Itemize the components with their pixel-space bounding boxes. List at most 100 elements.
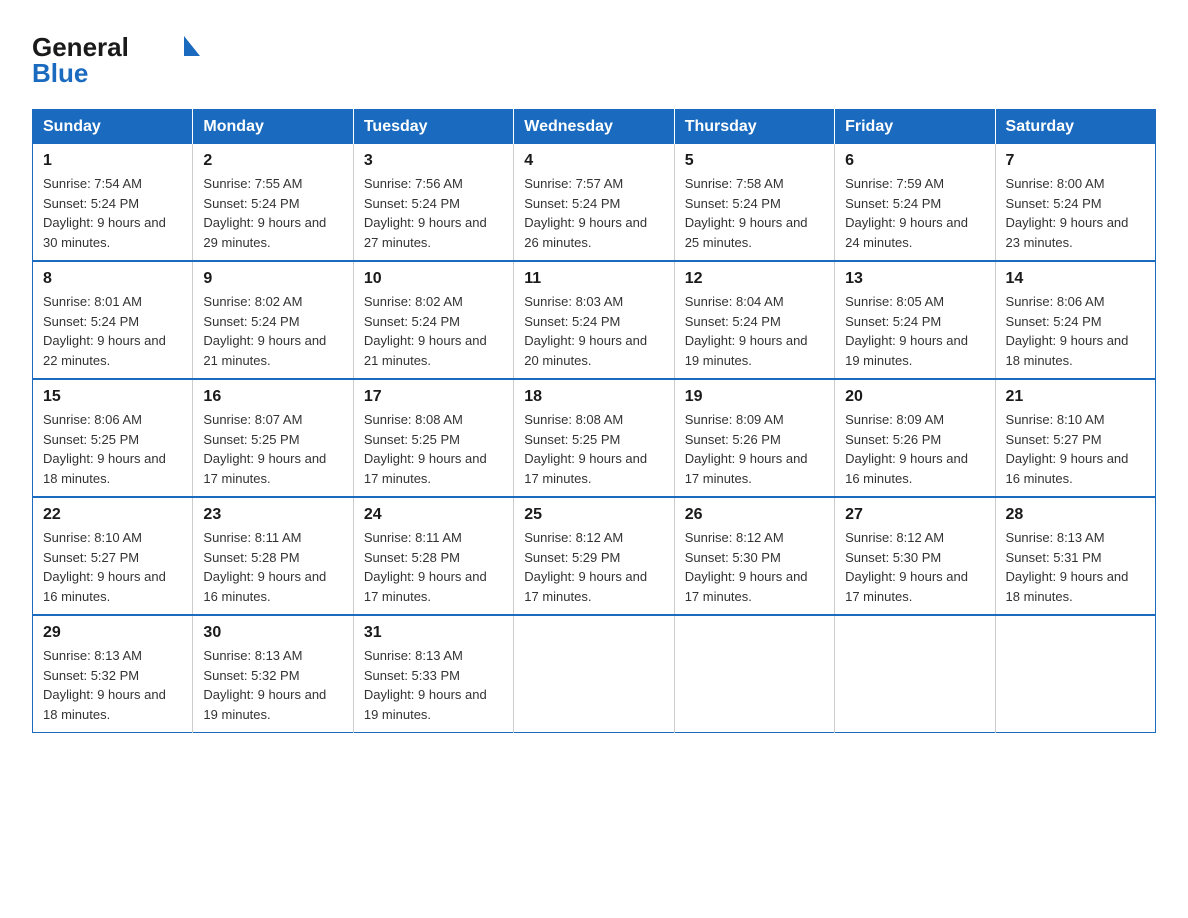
calendar-cell: 4 Sunrise: 7:57 AMSunset: 5:24 PMDayligh… bbox=[514, 144, 674, 261]
calendar-cell bbox=[835, 615, 995, 733]
day-info: Sunrise: 8:13 AMSunset: 5:31 PMDaylight:… bbox=[1006, 530, 1129, 604]
day-info: Sunrise: 8:09 AMSunset: 5:26 PMDaylight:… bbox=[685, 412, 808, 486]
day-info: Sunrise: 8:13 AMSunset: 5:32 PMDaylight:… bbox=[203, 648, 326, 722]
column-header-thursday: Thursday bbox=[674, 110, 834, 145]
day-number: 12 bbox=[685, 270, 824, 288]
calendar-cell: 1 Sunrise: 7:54 AMSunset: 5:24 PMDayligh… bbox=[33, 144, 193, 261]
day-info: Sunrise: 8:10 AMSunset: 5:27 PMDaylight:… bbox=[1006, 412, 1129, 486]
day-info: Sunrise: 7:54 AMSunset: 5:24 PMDaylight:… bbox=[43, 176, 166, 250]
day-info: Sunrise: 8:13 AMSunset: 5:33 PMDaylight:… bbox=[364, 648, 487, 722]
calendar-week-3: 15 Sunrise: 8:06 AMSunset: 5:25 PMDaylig… bbox=[33, 379, 1156, 497]
calendar-week-4: 22 Sunrise: 8:10 AMSunset: 5:27 PMDaylig… bbox=[33, 497, 1156, 615]
day-number: 1 bbox=[43, 152, 182, 170]
day-number: 6 bbox=[845, 152, 984, 170]
calendar-table: SundayMondayTuesdayWednesdayThursdayFrid… bbox=[32, 109, 1156, 733]
calendar-cell: 25 Sunrise: 8:12 AMSunset: 5:29 PMDaylig… bbox=[514, 497, 674, 615]
calendar-cell: 3 Sunrise: 7:56 AMSunset: 5:24 PMDayligh… bbox=[353, 144, 513, 261]
calendar-cell bbox=[674, 615, 834, 733]
day-info: Sunrise: 8:03 AMSunset: 5:24 PMDaylight:… bbox=[524, 294, 647, 368]
day-number: 8 bbox=[43, 270, 182, 288]
day-info: Sunrise: 7:55 AMSunset: 5:24 PMDaylight:… bbox=[203, 176, 326, 250]
calendar-cell: 31 Sunrise: 8:13 AMSunset: 5:33 PMDaylig… bbox=[353, 615, 513, 733]
day-info: Sunrise: 8:02 AMSunset: 5:24 PMDaylight:… bbox=[364, 294, 487, 368]
calendar-cell: 24 Sunrise: 8:11 AMSunset: 5:28 PMDaylig… bbox=[353, 497, 513, 615]
calendar-cell: 28 Sunrise: 8:13 AMSunset: 5:31 PMDaylig… bbox=[995, 497, 1155, 615]
column-header-saturday: Saturday bbox=[995, 110, 1155, 145]
day-number: 9 bbox=[203, 270, 342, 288]
day-info: Sunrise: 7:56 AMSunset: 5:24 PMDaylight:… bbox=[364, 176, 487, 250]
calendar-cell bbox=[995, 615, 1155, 733]
day-number: 28 bbox=[1006, 506, 1145, 524]
day-info: Sunrise: 8:05 AMSunset: 5:24 PMDaylight:… bbox=[845, 294, 968, 368]
day-number: 11 bbox=[524, 270, 663, 288]
day-number: 7 bbox=[1006, 152, 1145, 170]
day-number: 31 bbox=[364, 624, 503, 642]
day-info: Sunrise: 8:04 AMSunset: 5:24 PMDaylight:… bbox=[685, 294, 808, 368]
calendar-cell: 9 Sunrise: 8:02 AMSunset: 5:24 PMDayligh… bbox=[193, 261, 353, 379]
calendar-cell: 6 Sunrise: 7:59 AMSunset: 5:24 PMDayligh… bbox=[835, 144, 995, 261]
calendar-cell: 5 Sunrise: 7:58 AMSunset: 5:24 PMDayligh… bbox=[674, 144, 834, 261]
day-number: 21 bbox=[1006, 388, 1145, 406]
day-number: 26 bbox=[685, 506, 824, 524]
calendar-cell: 17 Sunrise: 8:08 AMSunset: 5:25 PMDaylig… bbox=[353, 379, 513, 497]
day-number: 3 bbox=[364, 152, 503, 170]
column-header-wednesday: Wednesday bbox=[514, 110, 674, 145]
calendar-cell: 30 Sunrise: 8:13 AMSunset: 5:32 PMDaylig… bbox=[193, 615, 353, 733]
calendar-week-1: 1 Sunrise: 7:54 AMSunset: 5:24 PMDayligh… bbox=[33, 144, 1156, 261]
day-info: Sunrise: 8:12 AMSunset: 5:30 PMDaylight:… bbox=[685, 530, 808, 604]
calendar-cell bbox=[514, 615, 674, 733]
day-info: Sunrise: 8:13 AMSunset: 5:32 PMDaylight:… bbox=[43, 648, 166, 722]
day-number: 30 bbox=[203, 624, 342, 642]
svg-text:Blue: Blue bbox=[32, 58, 88, 88]
calendar-week-5: 29 Sunrise: 8:13 AMSunset: 5:32 PMDaylig… bbox=[33, 615, 1156, 733]
day-info: Sunrise: 8:02 AMSunset: 5:24 PMDaylight:… bbox=[203, 294, 326, 368]
calendar-cell: 21 Sunrise: 8:10 AMSunset: 5:27 PMDaylig… bbox=[995, 379, 1155, 497]
day-number: 16 bbox=[203, 388, 342, 406]
day-info: Sunrise: 8:12 AMSunset: 5:30 PMDaylight:… bbox=[845, 530, 968, 604]
calendar-cell: 14 Sunrise: 8:06 AMSunset: 5:24 PMDaylig… bbox=[995, 261, 1155, 379]
logo: General Blue bbox=[32, 24, 212, 89]
day-info: Sunrise: 8:12 AMSunset: 5:29 PMDaylight:… bbox=[524, 530, 647, 604]
calendar-cell: 7 Sunrise: 8:00 AMSunset: 5:24 PMDayligh… bbox=[995, 144, 1155, 261]
day-info: Sunrise: 7:58 AMSunset: 5:24 PMDaylight:… bbox=[685, 176, 808, 250]
day-number: 22 bbox=[43, 506, 182, 524]
day-number: 17 bbox=[364, 388, 503, 406]
day-number: 13 bbox=[845, 270, 984, 288]
day-info: Sunrise: 8:09 AMSunset: 5:26 PMDaylight:… bbox=[845, 412, 968, 486]
calendar-cell: 23 Sunrise: 8:11 AMSunset: 5:28 PMDaylig… bbox=[193, 497, 353, 615]
day-info: Sunrise: 8:00 AMSunset: 5:24 PMDaylight:… bbox=[1006, 176, 1129, 250]
day-info: Sunrise: 8:11 AMSunset: 5:28 PMDaylight:… bbox=[364, 530, 487, 604]
day-info: Sunrise: 7:59 AMSunset: 5:24 PMDaylight:… bbox=[845, 176, 968, 250]
calendar-cell: 10 Sunrise: 8:02 AMSunset: 5:24 PMDaylig… bbox=[353, 261, 513, 379]
day-info: Sunrise: 8:01 AMSunset: 5:24 PMDaylight:… bbox=[43, 294, 166, 368]
day-info: Sunrise: 8:11 AMSunset: 5:28 PMDaylight:… bbox=[203, 530, 326, 604]
calendar-cell: 19 Sunrise: 8:09 AMSunset: 5:26 PMDaylig… bbox=[674, 379, 834, 497]
day-number: 25 bbox=[524, 506, 663, 524]
calendar-week-2: 8 Sunrise: 8:01 AMSunset: 5:24 PMDayligh… bbox=[33, 261, 1156, 379]
calendar-cell: 26 Sunrise: 8:12 AMSunset: 5:30 PMDaylig… bbox=[674, 497, 834, 615]
calendar-cell: 15 Sunrise: 8:06 AMSunset: 5:25 PMDaylig… bbox=[33, 379, 193, 497]
day-number: 15 bbox=[43, 388, 182, 406]
day-number: 5 bbox=[685, 152, 824, 170]
day-number: 27 bbox=[845, 506, 984, 524]
calendar-cell: 27 Sunrise: 8:12 AMSunset: 5:30 PMDaylig… bbox=[835, 497, 995, 615]
calendar-cell: 8 Sunrise: 8:01 AMSunset: 5:24 PMDayligh… bbox=[33, 261, 193, 379]
column-header-monday: Monday bbox=[193, 110, 353, 145]
day-number: 2 bbox=[203, 152, 342, 170]
day-info: Sunrise: 8:08 AMSunset: 5:25 PMDaylight:… bbox=[524, 412, 647, 486]
calendar-cell: 18 Sunrise: 8:08 AMSunset: 5:25 PMDaylig… bbox=[514, 379, 674, 497]
calendar-cell: 2 Sunrise: 7:55 AMSunset: 5:24 PMDayligh… bbox=[193, 144, 353, 261]
day-number: 4 bbox=[524, 152, 663, 170]
day-number: 18 bbox=[524, 388, 663, 406]
calendar-cell: 12 Sunrise: 8:04 AMSunset: 5:24 PMDaylig… bbox=[674, 261, 834, 379]
day-number: 20 bbox=[845, 388, 984, 406]
calendar-cell: 29 Sunrise: 8:13 AMSunset: 5:32 PMDaylig… bbox=[33, 615, 193, 733]
calendar-cell: 20 Sunrise: 8:09 AMSunset: 5:26 PMDaylig… bbox=[835, 379, 995, 497]
day-info: Sunrise: 8:07 AMSunset: 5:25 PMDaylight:… bbox=[203, 412, 326, 486]
logo-svg: General Blue bbox=[32, 24, 212, 89]
day-number: 19 bbox=[685, 388, 824, 406]
calendar-cell: 13 Sunrise: 8:05 AMSunset: 5:24 PMDaylig… bbox=[835, 261, 995, 379]
day-info: Sunrise: 8:06 AMSunset: 5:24 PMDaylight:… bbox=[1006, 294, 1129, 368]
day-info: Sunrise: 7:57 AMSunset: 5:24 PMDaylight:… bbox=[524, 176, 647, 250]
day-info: Sunrise: 8:10 AMSunset: 5:27 PMDaylight:… bbox=[43, 530, 166, 604]
